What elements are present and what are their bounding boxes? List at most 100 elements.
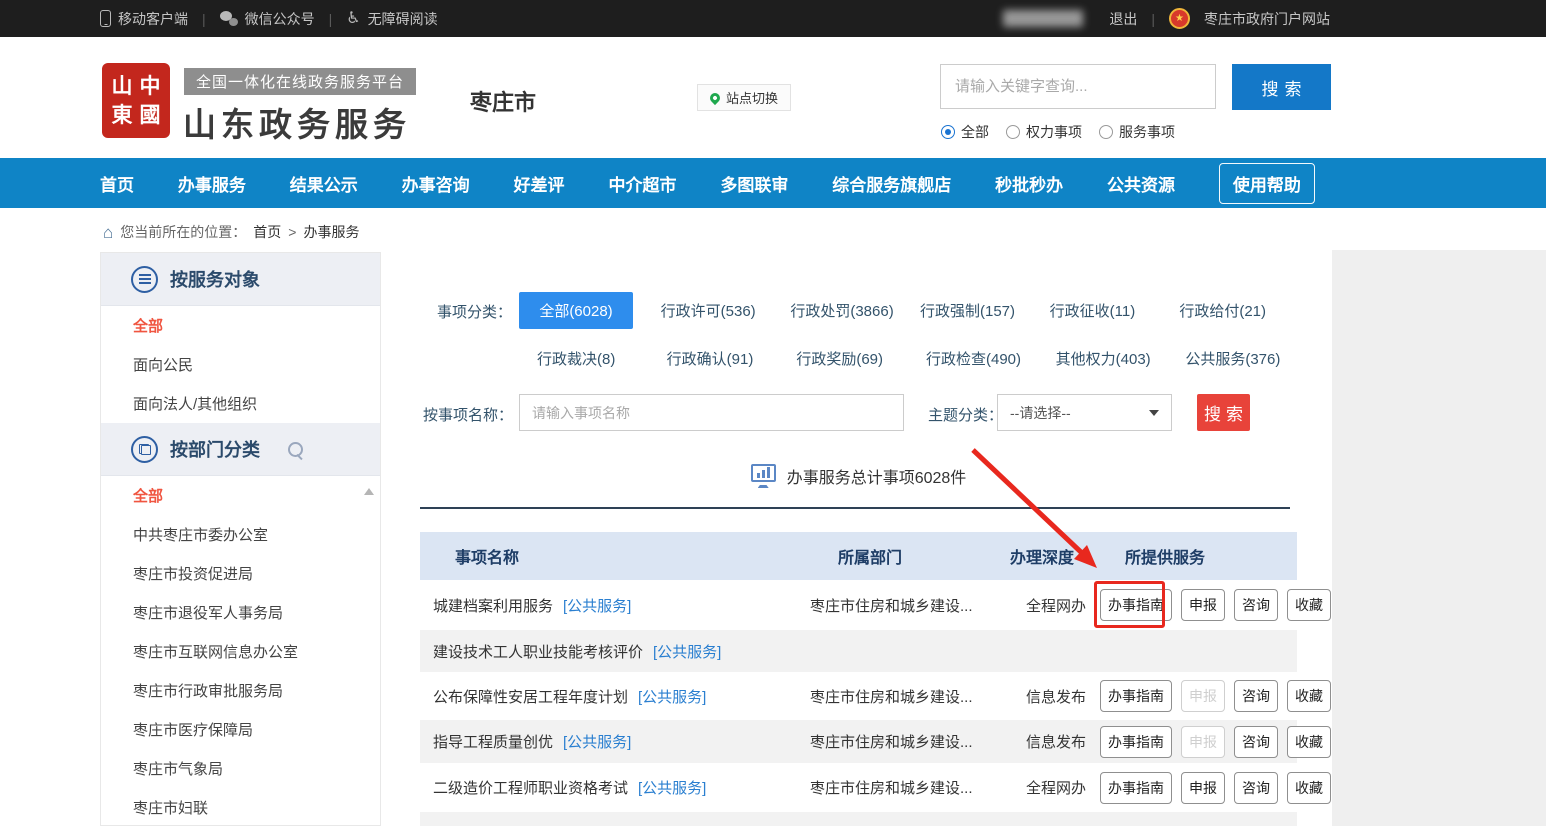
category-tab-levy[interactable]: 行政征收(11) (1038, 300, 1168, 321)
category-tab-payment[interactable]: 行政给付(21) (1167, 300, 1297, 321)
item-name-link[interactable]: 建设技术工人职业技能考核评价 (433, 641, 643, 662)
consult-button[interactable]: 咨询 (1234, 589, 1278, 621)
sidebar-section-departments: 按部门分类 (101, 423, 380, 476)
sidebar-dept-meteorology[interactable]: 枣庄市气象局 (101, 749, 380, 788)
nav-multi-review[interactable]: 多图联审 (720, 171, 788, 196)
sidebar-item-all-targets[interactable]: 全部 (101, 306, 380, 345)
site-switch-button[interactable]: 站点切换 (697, 84, 791, 111)
category-filter-label: 事项分类： (437, 301, 512, 322)
public-service-tag[interactable]: [公共服务] (563, 731, 631, 752)
nav-home[interactable]: 首页 (100, 171, 134, 196)
nav-flagship-store[interactable]: 综合服务旗舰店 (832, 171, 951, 196)
sidebar: 按服务对象 全部 面向公民 面向法人/其他组织 按部门分类 全部 中共枣庄市委办… (100, 252, 381, 826)
public-service-tag[interactable]: [公共服务] (563, 595, 631, 616)
item-name-link[interactable]: 指导工程质量创优 (433, 731, 553, 752)
guide-button[interactable]: 办事指南 (1100, 726, 1172, 758)
nav-help-button[interactable]: 使用帮助 (1219, 163, 1315, 204)
favorite-button[interactable]: 收藏 (1287, 680, 1331, 712)
item-depth: 全程网办 (995, 595, 1085, 616)
nav-public-resources[interactable]: 公共资源 (1107, 171, 1175, 196)
sidebar-dept-veterans[interactable]: 枣庄市退役军人事务局 (101, 593, 380, 632)
item-name-input[interactable] (520, 395, 903, 430)
favorite-button[interactable]: 收藏 (1287, 589, 1331, 621)
keyword-search-input[interactable] (941, 65, 1215, 108)
category-tab-confirmation[interactable]: 行政确认(91) (649, 348, 779, 369)
category-tab-ruling[interactable]: 行政裁决(8) (519, 348, 649, 369)
mobile-client-link[interactable]: 移动客户端 (100, 9, 188, 29)
radio-power-label: 权力事项 (1026, 122, 1082, 142)
nav-consult[interactable]: 办事咨询 (402, 171, 470, 196)
filter-search-button[interactable]: 搜索 (1197, 394, 1250, 431)
sidebar-dept-committee-office[interactable]: 中共枣庄市委办公室 (101, 515, 380, 554)
page-background-strip (1332, 250, 1546, 826)
radio-service-items[interactable]: 服务事项 (1099, 122, 1175, 142)
header-search-button[interactable]: 搜索 (1232, 64, 1331, 110)
guide-button[interactable]: 办事指南 (1100, 772, 1172, 804)
topic-select[interactable]: --请选择-- (997, 394, 1172, 431)
nav-rating[interactable]: 好差评 (514, 171, 565, 196)
username-redacted (1003, 10, 1083, 27)
topic-category-label: 主题分类： (928, 404, 1003, 425)
radio-all[interactable]: 全部 (941, 122, 989, 142)
category-tab-inspection[interactable]: 行政检查(490) (908, 348, 1038, 369)
consult-button[interactable]: 咨询 (1234, 680, 1278, 712)
category-tab-penalty[interactable]: 行政处罚(3866) (778, 300, 908, 321)
home-icon: ⌂ (103, 224, 113, 241)
nav-instant-approval[interactable]: 秒批秒办 (995, 171, 1063, 196)
radio-service-label: 服务事项 (1119, 122, 1175, 142)
category-tab-public-service[interactable]: 公共服务(376) (1167, 348, 1297, 369)
breadcrumb-home-link[interactable]: 首页 (253, 222, 281, 242)
wechat-label: 微信公众号 (245, 9, 315, 29)
seal-char: 中 (136, 72, 164, 101)
category-tab-other-powers[interactable]: 其他权力(403) (1038, 348, 1168, 369)
guide-button[interactable]: 办事指南 (1100, 589, 1172, 621)
consult-button[interactable]: 咨询 (1234, 726, 1278, 758)
nav-agency-market[interactable]: 中介超市 (608, 171, 676, 196)
mobile-phone-icon (100, 10, 111, 27)
radio-power-items[interactable]: 权力事项 (1006, 122, 1082, 142)
sidebar-item-citizens[interactable]: 面向公民 (101, 345, 380, 384)
category-row-2: 行政裁决(8) 行政确认(91) 行政奖励(69) 行政检查(490) 其他权力… (519, 340, 1297, 377)
sidebar-item-legal-persons[interactable]: 面向法人/其他组织 (101, 384, 380, 423)
sidebar-dept-investment[interactable]: 枣庄市投资促进局 (101, 554, 380, 593)
category-tab-reward[interactable]: 行政奖励(69) (778, 348, 908, 369)
search-icon[interactable] (288, 442, 303, 457)
public-service-tag[interactable]: [公共服务] (638, 686, 706, 707)
sidebar-dept-medical-insurance[interactable]: 枣庄市医疗保障局 (101, 710, 380, 749)
logout-button[interactable]: 退出 (1109, 9, 1137, 29)
category-tab-all[interactable]: 全部(6028) (519, 292, 633, 329)
top-utility-bar: 移动客户端 | 微信公众号 | ♿ 无障碍阅读 退出 | ★ 枣庄市政府门户网站 (0, 0, 1546, 37)
sidebar-dept-all[interactable]: 全部 (101, 476, 380, 515)
apply-button[interactable]: 申报 (1181, 772, 1225, 804)
item-name-link[interactable]: 公布保障性安居工程年度计划 (433, 686, 628, 707)
consult-button[interactable]: 咨询 (1234, 772, 1278, 804)
item-name-link[interactable]: 二级造价工程师职业资格考试 (433, 777, 628, 798)
sidebar-dept-internet-info[interactable]: 枣庄市互联网信息办公室 (101, 632, 380, 671)
table-row: 公布保障性安居工程年度计划 [公共服务] 枣庄市住房和城乡建设... 信息发布 … (420, 672, 1297, 720)
public-service-tag[interactable]: [公共服务] (653, 641, 721, 662)
favorite-button[interactable]: 收藏 (1287, 726, 1331, 758)
accessibility-link[interactable]: ♿ 无障碍阅读 (346, 9, 437, 29)
nav-services[interactable]: 办事服务 (178, 171, 246, 196)
category-tab-license[interactable]: 行政许可(536) (649, 300, 779, 321)
scrollbar-up-arrow[interactable] (364, 488, 374, 495)
favorite-button[interactable]: 收藏 (1287, 772, 1331, 804)
table-row: 指导工程质量创优 [公共服务] 枣庄市住房和城乡建设... 信息发布 办事指南 … (420, 720, 1297, 763)
guide-button[interactable]: 办事指南 (1100, 680, 1172, 712)
wechat-link[interactable]: 微信公众号 (220, 9, 315, 29)
bar-chart-monitor-icon (751, 464, 776, 488)
sidebar-dept-admin-approval[interactable]: 枣庄市行政审批服务局 (101, 671, 380, 710)
col-processing-depth: 办理深度 (995, 544, 1085, 568)
item-department: 枣庄市住房和城乡建设... (800, 777, 995, 798)
item-name-search-box (519, 394, 904, 431)
seal-char: 東 (108, 101, 136, 130)
apply-button[interactable]: 申报 (1181, 589, 1225, 621)
public-service-tag[interactable]: [公共服务] (638, 777, 706, 798)
breadcrumb-separator: > (288, 224, 296, 240)
sidebar-dept-womens-federation[interactable]: 枣庄市妇联 (101, 788, 380, 826)
category-tab-coercion[interactable]: 行政强制(157) (908, 300, 1038, 321)
breadcrumb-prefix: 您当前所在的位置： (120, 222, 246, 242)
city-portal-link[interactable]: 枣庄市政府门户网站 (1204, 9, 1330, 29)
item-name-link[interactable]: 城建档案利用服务 (433, 595, 553, 616)
nav-results[interactable]: 结果公示 (290, 171, 358, 196)
